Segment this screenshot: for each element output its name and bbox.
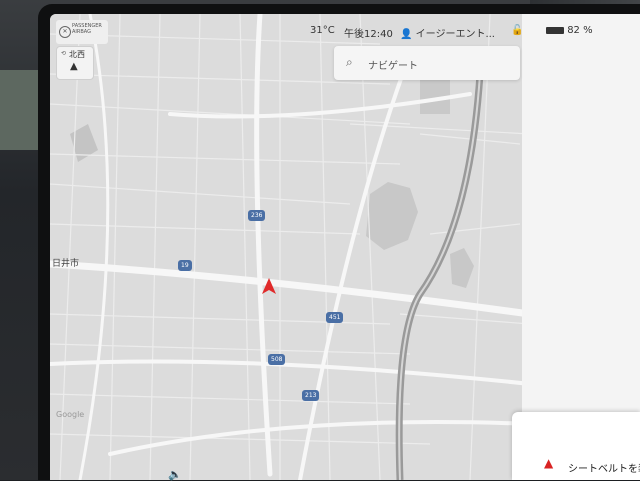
battery-percent: 82 % bbox=[567, 25, 593, 36]
driver-profile-button[interactable]: 👤 イージーエント... bbox=[400, 25, 495, 40]
north-arrow-icon: ▲ bbox=[70, 61, 78, 72]
search-placeholder: ナビゲート bbox=[368, 61, 418, 72]
road-shield-508: 508 bbox=[268, 354, 286, 365]
navigate-search-input[interactable]: ⌕ ナビゲート bbox=[334, 46, 520, 80]
battery-indicator: 82 % bbox=[546, 25, 593, 36]
battery-icon bbox=[546, 26, 564, 34]
outside-temperature: 31°C bbox=[310, 25, 335, 36]
driver-profile-name: イージーエント... bbox=[415, 29, 495, 40]
speaker-icon[interactable]: 🔈 bbox=[168, 468, 182, 481]
passenger-airbag-indicator: ✕ PASSENGER AIRBAG bbox=[56, 20, 108, 44]
seatbelt-alert[interactable]: ▲ シートベルトを装 bbox=[512, 412, 640, 480]
touchscreen: 236 19 451 508 213 日井市 Google ✕ PASSENGE… bbox=[50, 14, 640, 480]
clock: 午後12:40 bbox=[344, 29, 393, 40]
compass-button[interactable]: ⟲ 北西 ▲ bbox=[56, 46, 94, 80]
seatbelt-alert-text: シートベルトを装 bbox=[568, 464, 640, 475]
airbag-icon: ✕ bbox=[59, 26, 71, 38]
lock-icon[interactable]: 🔓 bbox=[511, 25, 523, 36]
google-attribution: Google bbox=[56, 410, 85, 419]
person-icon: 👤 bbox=[400, 29, 413, 40]
navigation-map[interactable] bbox=[50, 14, 530, 480]
road-shield-236: 236 bbox=[248, 210, 266, 221]
warning-icon: ▲ bbox=[544, 456, 554, 470]
status-bar: ✕ PASSENGER AIRBAG 31°C 午後12:40 👤 イージーエン… bbox=[50, 14, 640, 48]
recenter-icon: ⟲ bbox=[61, 50, 67, 57]
road-shield-213: 213 bbox=[302, 390, 320, 401]
search-icon: ⌕ bbox=[346, 55, 353, 69]
city-label: 日井市 bbox=[52, 259, 80, 269]
side-panel bbox=[522, 14, 640, 480]
compass-heading: 北西 bbox=[69, 50, 85, 59]
building-area bbox=[420, 74, 450, 114]
road-shield-451: 451 bbox=[326, 312, 344, 323]
road-shield-19: 19 bbox=[178, 260, 192, 271]
